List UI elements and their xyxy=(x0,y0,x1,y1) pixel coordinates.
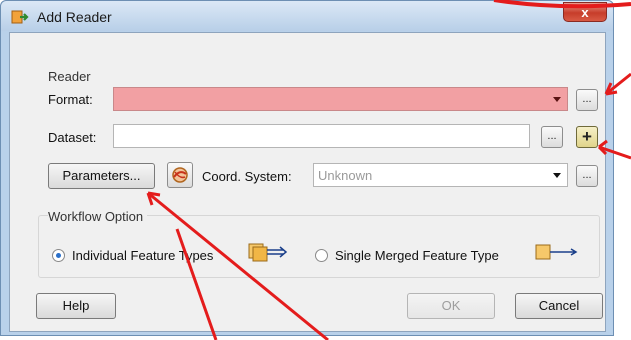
format-label: Format: xyxy=(48,92,93,107)
individual-feature-types-icon xyxy=(248,243,288,262)
cancel-button[interactable]: Cancel xyxy=(515,293,603,319)
workflow-options-group xyxy=(38,215,600,278)
merged-feature-type-radio[interactable] xyxy=(315,249,328,262)
chevron-down-icon xyxy=(553,97,561,102)
parameters-button[interactable]: Parameters... xyxy=(48,163,155,189)
workflow-group-caption: Workflow Option xyxy=(48,209,148,224)
coord-system-value: Unknown xyxy=(318,168,373,183)
close-button[interactable]: x xyxy=(563,2,607,22)
format-browse-button[interactable]: ... xyxy=(576,89,598,111)
coord-system-icon xyxy=(172,167,188,183)
coord-system-browse-button[interactable]: ... xyxy=(576,165,598,187)
dataset-input[interactable] xyxy=(113,124,530,148)
merged-feature-type-icon xyxy=(535,244,578,260)
ok-button[interactable]: OK xyxy=(407,293,495,319)
reader-group-caption: Reader xyxy=(48,69,91,84)
dataset-add-button[interactable]: + xyxy=(576,126,598,148)
coord-system-dropdown[interactable]: Unknown xyxy=(313,163,568,187)
dataset-label: Dataset: xyxy=(48,130,97,145)
merged-feature-type-label: Single Merged Feature Type xyxy=(335,248,499,263)
coord-system-button[interactable] xyxy=(167,162,193,188)
individual-feature-types-label: Individual Feature Types xyxy=(72,248,214,263)
format-dropdown[interactable] xyxy=(113,87,568,111)
help-button[interactable]: Help xyxy=(36,293,116,319)
window-title: Add Reader xyxy=(37,9,112,25)
add-reader-dialog: Add Reader x Reader Format: ... Dataset:… xyxy=(0,0,614,336)
dialog-body: Reader Format: ... Dataset: ... + Parame… xyxy=(9,32,606,332)
dataset-browse-button[interactable]: ... xyxy=(541,126,563,148)
chevron-down-icon xyxy=(553,173,561,178)
title-bar[interactable]: Add Reader x xyxy=(1,1,613,31)
reader-app-icon xyxy=(11,10,29,24)
individual-feature-types-radio[interactable] xyxy=(52,249,65,262)
coord-system-label: Coord. System: xyxy=(202,169,292,184)
